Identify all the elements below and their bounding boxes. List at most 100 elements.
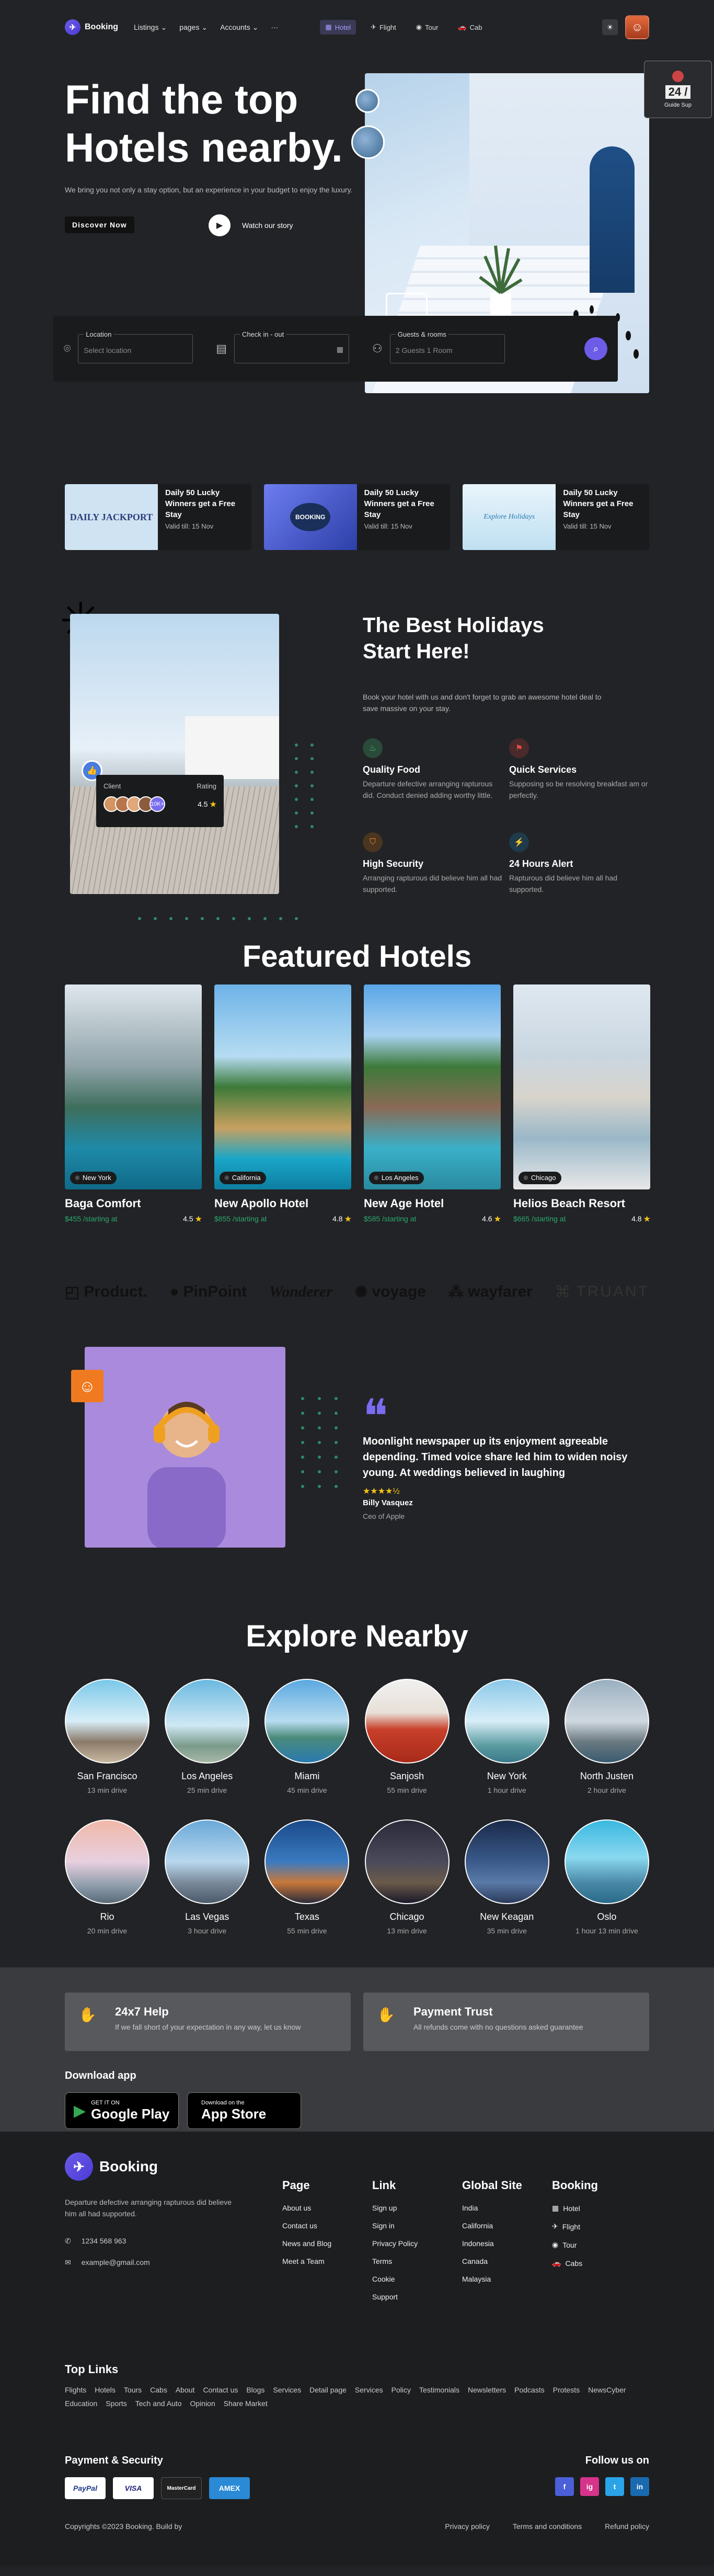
map-pin-icon: ⌾ <box>374 1174 378 1182</box>
top-link[interactable]: Detail page <box>309 2386 347 2394</box>
top-link[interactable]: Services <box>273 2386 301 2394</box>
top-link[interactable]: Contact us <box>203 2386 238 2394</box>
footer-link[interactable]: ▦ Hotel <box>552 2204 642 2213</box>
top-link[interactable]: Cabs <box>150 2386 167 2394</box>
deal-card[interactable]: BOOKING Daily 50 Lucky Winners get a Fre… <box>263 484 451 550</box>
footer-link[interactable]: Cookie <box>372 2275 462 2283</box>
top-link[interactable]: Blogs <box>246 2386 264 2394</box>
city-card[interactable]: Rio 20 min drive <box>65 1819 149 1935</box>
tab-tour[interactable]: ◉ Tour <box>411 20 444 35</box>
hotel-card[interactable]: ⌾ New York Baga Comfort $455 /starting at… <box>65 984 202 1223</box>
top-link[interactable]: Tours <box>124 2386 142 2394</box>
footer-link[interactable]: Contact us <box>282 2222 372 2230</box>
city-card[interactable]: Chicago 13 min drive <box>364 1819 450 1935</box>
footer-link[interactable]: California <box>462 2222 552 2230</box>
rating-number: 4.8 <box>332 1215 343 1223</box>
city-card[interactable]: Miami 45 min drive <box>264 1679 350 1794</box>
terms-link[interactable]: Terms and conditions <box>513 2522 582 2531</box>
privacy-policy-link[interactable]: Privacy policy <box>445 2522 490 2531</box>
location-field[interactable]: Location Select location <box>78 330 193 363</box>
footer-link[interactable]: Privacy Policy <box>372 2239 462 2248</box>
deal-card[interactable]: DAILY JACKPORT Daily 50 Lucky Winners ge… <box>65 484 251 550</box>
top-links-title: Top Links <box>65 2363 119 2376</box>
top-link[interactable]: Flights <box>65 2386 86 2394</box>
footer-link[interactable]: Canada <box>462 2257 552 2265</box>
help-card[interactable]: ✋ 24x7 Help If we fall short of your exp… <box>65 1993 351 2051</box>
menu-pages[interactable]: pages ⌄ <box>179 23 208 32</box>
menu-accounts[interactable]: Accounts ⌄ <box>220 23 258 32</box>
discover-now-button[interactable]: Discover Now <box>65 216 134 233</box>
footer-link[interactable]: About us <box>282 2204 372 2212</box>
menu-more[interactable]: ··· <box>271 23 278 32</box>
footer-link[interactable]: Indonesia <box>462 2239 552 2248</box>
footer-link[interactable]: India <box>462 2204 552 2212</box>
tab-flight[interactable]: ✈ Flight <box>365 20 401 35</box>
footer-link[interactable]: 🚗 Cabs <box>552 2259 642 2268</box>
footer-link[interactable]: ✈ Flight <box>552 2222 642 2231</box>
footer-link[interactable]: ◉ Tour <box>552 2240 642 2249</box>
city-card[interactable]: North Justen 2 hour drive <box>564 1679 649 1794</box>
city-card[interactable]: Texas 55 min drive <box>264 1819 350 1935</box>
facebook-icon[interactable]: f <box>555 2477 574 2496</box>
top-link[interactable]: Sports <box>106 2399 126 2408</box>
deal-card[interactable]: Explore Holidays Daily 50 Lucky Winners … <box>463 484 650 550</box>
support-hand-icon: ✋ <box>78 2007 97 2023</box>
twitter-icon[interactable]: t <box>605 2477 624 2496</box>
footer-col-global: Global Site India California Indonesia Canad… <box>462 2179 552 2310</box>
deal-image: DAILY JACKPORT <box>65 484 158 550</box>
hotel-card[interactable]: ⌾ Los Angeles New Age Hotel $585 /startin… <box>364 984 501 1223</box>
top-link[interactable]: About <box>176 2386 195 2394</box>
footer-link[interactable]: Sign in <box>372 2222 462 2230</box>
hotel-card[interactable]: ⌾ Chicago Helios Beach Resort $665 /start… <box>513 984 650 1223</box>
footer-phone[interactable]: ✆ 1234 568 963 <box>65 2237 282 2246</box>
city-card[interactable]: Sanjosh 55 min drive <box>364 1679 450 1794</box>
city-card[interactable]: Oslo 1 hour 13 min drive <box>564 1819 649 1935</box>
top-link[interactable]: Podcasts <box>514 2386 545 2394</box>
top-link[interactable]: NewsCyber <box>588 2386 626 2394</box>
top-link[interactable]: Newsletters <box>468 2386 506 2394</box>
top-link[interactable]: Hotels <box>95 2386 116 2394</box>
brand-logo[interactable]: ✈ Booking <box>65 19 118 35</box>
top-link[interactable]: Education <box>65 2399 97 2408</box>
payment-trust-card[interactable]: ✋ Payment Trust All refunds come with no… <box>363 1993 649 2051</box>
top-link[interactable]: Testimonials <box>419 2386 459 2394</box>
top-link[interactable]: Protests <box>553 2386 580 2394</box>
checkin-field[interactable]: Check in - out ▦ <box>234 330 349 363</box>
theme-toggle-button[interactable]: ☀ <box>602 19 618 35</box>
footer-email[interactable]: ✉ example@gmail.com <box>65 2258 282 2267</box>
footer-link[interactable]: Support <box>372 2293 462 2301</box>
city-card[interactable]: New York 1 hour drive <box>464 1679 549 1794</box>
footer-col-booking: Booking ▦ Hotel ✈ Flight ◉ Tour 🚗 Cabs <box>552 2179 642 2310</box>
city-card[interactable]: Las Vegas 3 hour drive <box>165 1819 250 1935</box>
footer-link[interactable]: News and Blog <box>282 2239 372 2248</box>
city-card[interactable]: Los Angeles 25 min drive <box>165 1679 250 1794</box>
search-button[interactable]: ⌕ <box>584 337 607 360</box>
watch-story-link[interactable]: ▶ Watch our story <box>209 214 293 236</box>
footer-logo[interactable]: ✈ Booking <box>65 2153 282 2181</box>
top-link[interactable]: Tech and Auto <box>135 2399 182 2408</box>
refund-policy-link[interactable]: Refund policy <box>605 2522 649 2531</box>
google-play-button[interactable]: ▶ GET IT ON Google Play <box>65 2092 179 2129</box>
app-store-button[interactable]: Download on the App Store <box>187 2092 301 2129</box>
hotel-card[interactable]: ⌾ California New Apollo Hotel $855 /start… <box>214 984 351 1223</box>
footer-link[interactable]: Meet a Team <box>282 2257 372 2265</box>
city-card[interactable]: San Francisco 13 min drive <box>65 1679 149 1794</box>
tab-hotel[interactable]: ▦ Hotel <box>320 20 356 35</box>
tab-cab[interactable]: 🚗 Cab <box>453 20 487 35</box>
top-link[interactable]: Share Market <box>224 2399 268 2408</box>
top-link[interactable]: Services <box>355 2386 383 2394</box>
footer-link[interactable]: Sign up <box>372 2204 462 2212</box>
linkedin-icon[interactable]: in <box>630 2477 649 2496</box>
top-link[interactable]: Policy <box>391 2386 411 2394</box>
city-card[interactable]: New Keagan 35 min drive <box>464 1819 549 1935</box>
instagram-icon[interactable]: ig <box>580 2477 599 2496</box>
menu-listings[interactable]: Listings ⌄ <box>134 23 167 32</box>
top-link[interactable]: Opinion <box>190 2399 215 2408</box>
avatar[interactable]: ☺ <box>625 15 649 39</box>
deal-image-text: Explore Holidays <box>483 513 535 521</box>
mail-icon: ✉ <box>65 2258 71 2266</box>
footer-link[interactable]: Terms <box>372 2257 462 2265</box>
brand-voyage: ✺ voyage <box>354 1283 426 1301</box>
guests-field[interactable]: Guests & rooms 2 Guests 1 Room <box>389 330 505 363</box>
footer-link[interactable]: Malaysia <box>462 2275 552 2283</box>
